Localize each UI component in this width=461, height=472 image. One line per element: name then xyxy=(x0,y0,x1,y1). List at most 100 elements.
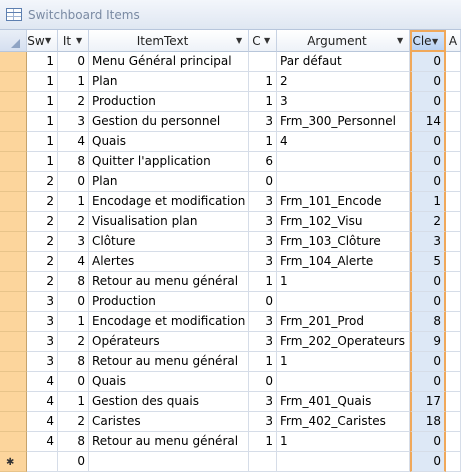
cell-sw[interactable]: 2 xyxy=(27,212,58,232)
cell-cle[interactable]: 5 xyxy=(410,252,446,272)
table-row[interactable]: 2 2 Visualisation plan 3 Frm_102_Visu 2 xyxy=(0,212,461,232)
cell-cle[interactable]: 0 xyxy=(410,432,446,452)
cell-argument[interactable]: Frm_104_Alerte xyxy=(277,252,410,272)
cell-extra[interactable] xyxy=(446,432,461,452)
cell-argument[interactable]: 2 xyxy=(277,72,410,92)
cell-extra[interactable] xyxy=(446,412,461,432)
record-selector[interactable] xyxy=(0,232,27,252)
cell-itemtext[interactable]: Gestion des quais xyxy=(89,392,249,412)
cell-argument[interactable]: 3 xyxy=(277,92,410,112)
cell-itemtext[interactable]: Retour au menu général xyxy=(89,352,249,372)
cell-argument[interactable]: 1 xyxy=(277,272,410,292)
record-selector[interactable] xyxy=(0,92,27,112)
cell-c[interactable]: 0 xyxy=(249,372,277,392)
record-selector[interactable] xyxy=(0,72,27,92)
cell-cle[interactable]: 3 xyxy=(410,232,446,252)
cell-sw[interactable]: 2 xyxy=(27,252,58,272)
record-selector[interactable] xyxy=(0,372,27,392)
cell-cle[interactable]: 0 xyxy=(410,92,446,112)
cell-extra[interactable] xyxy=(446,232,461,252)
cell-it[interactable]: 8 xyxy=(58,432,89,452)
cell-extra[interactable] xyxy=(446,252,461,272)
cell-extra[interactable] xyxy=(446,92,461,112)
dropdown-arrow-icon[interactable]: ▼ xyxy=(76,36,86,45)
cell-argument[interactable]: Frm_401_Quais xyxy=(277,392,410,412)
table-row[interactable]: 3 0 Production 0 0 xyxy=(0,292,461,312)
select-all-corner[interactable] xyxy=(0,30,27,52)
cell-itemtext[interactable]: Production xyxy=(89,92,249,112)
cell-itemtext[interactable]: Encodage et modification xyxy=(89,192,249,212)
cell-it[interactable]: 3 xyxy=(58,112,89,132)
cell-extra[interactable] xyxy=(446,132,461,152)
cell-it[interactable]: 8 xyxy=(58,272,89,292)
cell-extra[interactable] xyxy=(446,272,461,292)
cell-sw[interactable]: 1 xyxy=(27,72,58,92)
cell-sw[interactable] xyxy=(27,452,58,472)
cell-sw[interactable]: 2 xyxy=(27,192,58,212)
cell-itemtext[interactable]: Visualisation plan xyxy=(89,212,249,232)
cell-itemtext[interactable]: Opérateurs xyxy=(89,332,249,352)
cell-it[interactable]: 1 xyxy=(58,72,89,92)
cell-sw[interactable]: 3 xyxy=(27,332,58,352)
cell-c[interactable]: 0 xyxy=(249,292,277,312)
table-row[interactable]: 2 8 Retour au menu général 1 1 0 xyxy=(0,272,461,292)
cell-itemtext[interactable]: Quais xyxy=(89,132,249,152)
record-selector[interactable] xyxy=(0,152,27,172)
cell-extra[interactable] xyxy=(446,352,461,372)
cell-sw[interactable]: 1 xyxy=(27,92,58,112)
cell-itemtext[interactable]: Retour au menu général xyxy=(89,432,249,452)
cell-it[interactable]: 0 xyxy=(58,172,89,192)
column-header-sw[interactable]: Sw ▼ xyxy=(27,30,58,52)
cell-it[interactable]: 4 xyxy=(58,252,89,272)
cell-it[interactable]: 1 xyxy=(58,392,89,412)
table-row[interactable]: 4 1 Gestion des quais 3 Frm_401_Quais 17 xyxy=(0,392,461,412)
cell-cle[interactable]: 14 xyxy=(410,112,446,132)
dropdown-arrow-icon[interactable]: ▼ xyxy=(432,37,442,46)
cell-it[interactable]: 2 xyxy=(58,332,89,352)
cell-c[interactable]: 1 xyxy=(249,72,277,92)
cell-itemtext[interactable]: Clôture xyxy=(89,232,249,252)
cell-it[interactable]: 2 xyxy=(58,212,89,232)
record-selector[interactable] xyxy=(0,172,27,192)
record-selector[interactable] xyxy=(0,212,27,232)
cell-sw[interactable]: 4 xyxy=(27,392,58,412)
table-row[interactable]: 2 0 Plan 0 0 xyxy=(0,172,461,192)
cell-cle[interactable]: 0 xyxy=(410,352,446,372)
table-row[interactable]: 1 1 Plan 1 2 0 xyxy=(0,72,461,92)
cell-cle[interactable]: 1 xyxy=(410,192,446,212)
table-row[interactable]: 3 1 Encodage et modification 3 Frm_201_Prod 8 xyxy=(0,312,461,332)
cell-extra[interactable] xyxy=(446,452,461,472)
cell-cle[interactable]: 8 xyxy=(410,312,446,332)
cell-cle[interactable]: 0 xyxy=(410,372,446,392)
cell-c[interactable]: 3 xyxy=(249,392,277,412)
record-selector[interactable] xyxy=(0,412,27,432)
cell-argument[interactable]: Frm_300_Personnel xyxy=(277,112,410,132)
cell-itemtext[interactable]: Production xyxy=(89,292,249,312)
cell-itemtext[interactable]: Encodage et modification xyxy=(89,312,249,332)
cell-argument[interactable]: Frm_201_Prod xyxy=(277,312,410,332)
record-selector[interactable] xyxy=(0,132,27,152)
table-row[interactable]: 2 4 Alertes 3 Frm_104_Alerte 5 xyxy=(0,252,461,272)
cell-itemtext[interactable]: Quais xyxy=(89,372,249,392)
record-selector[interactable] xyxy=(0,272,27,292)
cell-argument[interactable] xyxy=(277,452,410,472)
cell-extra[interactable] xyxy=(446,112,461,132)
cell-itemtext[interactable]: Plan xyxy=(89,172,249,192)
cell-sw[interactable]: 3 xyxy=(27,312,58,332)
cell-cle[interactable]: 2 xyxy=(410,212,446,232)
record-selector[interactable] xyxy=(0,52,27,72)
cell-cle[interactable]: 0 xyxy=(410,152,446,172)
cell-cle[interactable]: 0 xyxy=(410,452,446,472)
cell-it[interactable]: 0 xyxy=(58,452,89,472)
column-header-itemtext[interactable]: ItemText ▼ xyxy=(89,30,249,52)
cell-c[interactable]: 3 xyxy=(249,112,277,132)
cell-it[interactable]: 0 xyxy=(58,52,89,72)
cell-sw[interactable]: 3 xyxy=(27,292,58,312)
cell-c[interactable] xyxy=(249,452,277,472)
cell-it[interactable]: 0 xyxy=(58,372,89,392)
cell-sw[interactable]: 3 xyxy=(27,352,58,372)
cell-c[interactable]: 3 xyxy=(249,192,277,212)
cell-argument[interactable]: Frm_202_Operateurs xyxy=(277,332,410,352)
cell-sw[interactable]: 2 xyxy=(27,172,58,192)
column-header-extra[interactable]: A xyxy=(446,30,461,52)
